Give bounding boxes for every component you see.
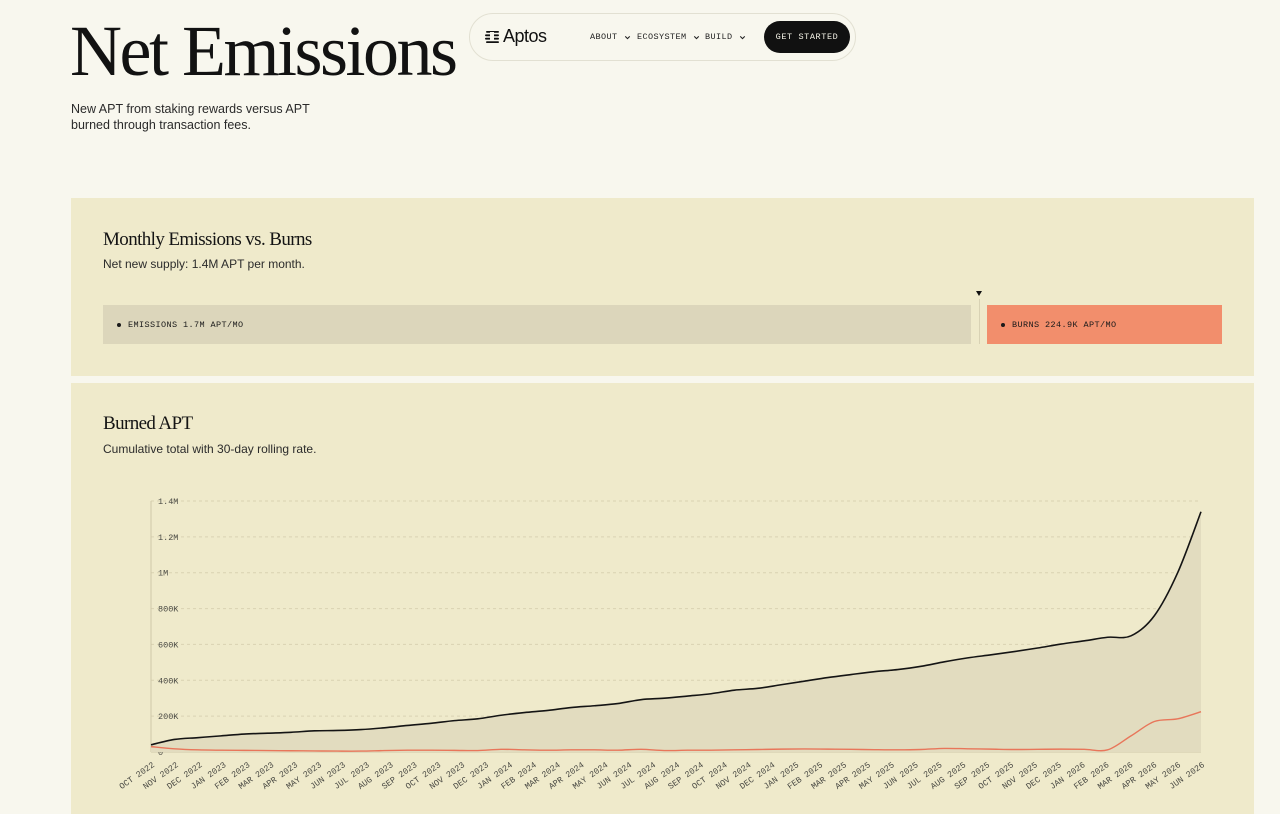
top-nav: Aptos ABOUT ECOSYSTEM BUILD GET STARTED: [469, 13, 856, 61]
y-tick-label: 600K: [158, 640, 179, 650]
split-marker-icon: [976, 291, 982, 296]
logo-text: Aptos: [503, 26, 547, 46]
y-tick-label: 1M: [158, 569, 168, 579]
chevron-down-icon: [624, 35, 630, 39]
card-title: Monthly Emissions vs. Burns: [103, 229, 312, 250]
y-tick-label: 200K: [158, 712, 179, 722]
emissions-bar[interactable]: EMISSIONS 1.7M APT/MO: [103, 305, 971, 344]
get-started-button[interactable]: GET STARTED: [764, 21, 850, 53]
nav-item-label: ECOSYSTEM: [637, 32, 687, 42]
burned-apt-card: Burned APT Cumulative total with 30-day …: [71, 383, 1254, 814]
chevron-down-icon: [739, 35, 745, 39]
burned-apt-chart[interactable]: 0200K400K600K800K1M1.2M1.4MOCT 2022NOV 2…: [71, 383, 1254, 814]
nav-item-label: BUILD: [705, 32, 733, 42]
aptos-logo-icon: [485, 31, 499, 43]
emissions-label: EMISSIONS 1.7M APT/MO: [128, 319, 244, 330]
page-subtitle: New APT from staking rewards versus APT …: [71, 102, 310, 132]
card-subtitle: Net new supply: 1.4M APT per month.: [103, 257, 305, 271]
page-title: Net Emissions: [70, 11, 458, 91]
burns-bar[interactable]: BURNS 224.9K APT/MO: [987, 305, 1222, 344]
aptos-logo[interactable]: Aptos: [485, 26, 547, 47]
y-tick-label: 400K: [158, 676, 179, 686]
y-tick-label: 800K: [158, 605, 179, 615]
nav-item-ecosystem[interactable]: ECOSYSTEM: [637, 32, 701, 42]
chevron-down-icon: [693, 35, 699, 39]
nav-item-label: ABOUT: [590, 32, 618, 42]
bar-divider: [979, 299, 980, 344]
burns-label: BURNS 224.9K APT/MO: [1012, 319, 1117, 330]
nav-item-build[interactable]: BUILD: [705, 32, 747, 42]
nav-item-about[interactable]: ABOUT: [590, 32, 632, 42]
y-tick-label: 1.2M: [158, 533, 178, 543]
monthly-emissions-card: Monthly Emissions vs. Burns Net new supp…: [71, 198, 1254, 376]
y-tick-label: 1.4M: [158, 497, 178, 507]
legend-dot-icon: [117, 322, 121, 327]
legend-dot-icon: [1001, 322, 1005, 327]
